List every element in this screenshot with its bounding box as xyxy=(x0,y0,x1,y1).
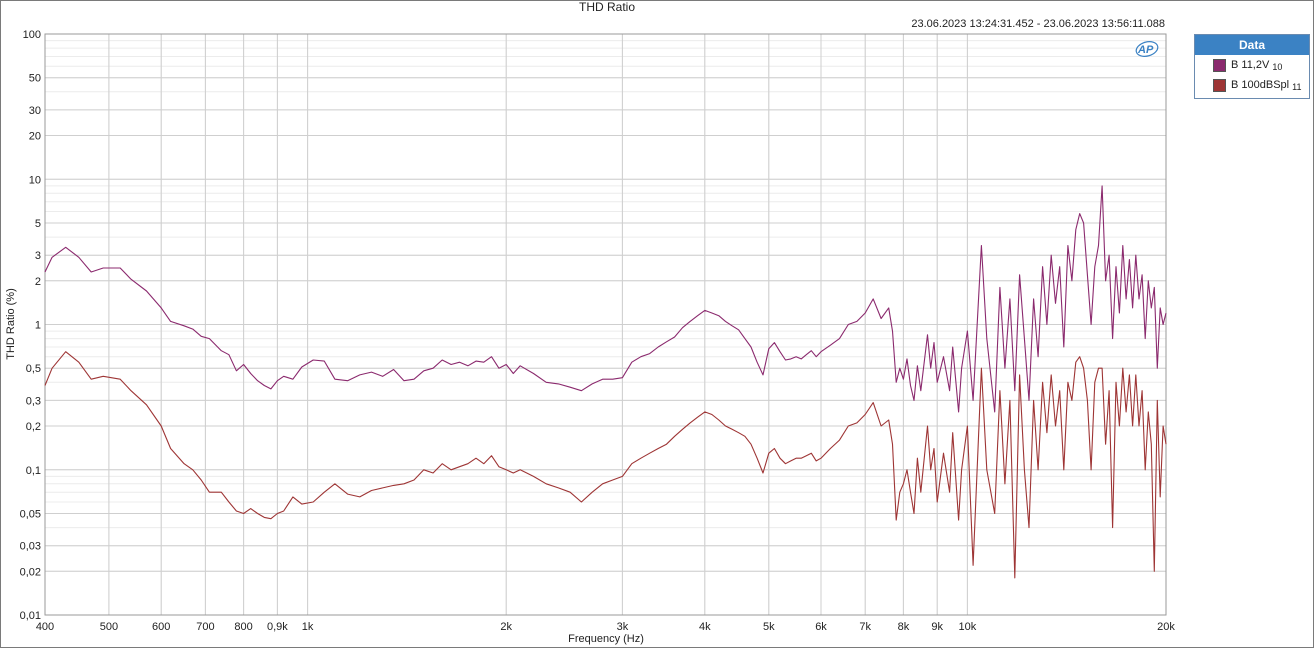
x-tick-label: 600 xyxy=(152,621,170,633)
series-line-2 xyxy=(44,351,1167,579)
legend-suffix-series-2: 11 xyxy=(1292,82,1302,92)
legend-item-series-2[interactable]: B 100dBSpl 11 xyxy=(1195,75,1309,95)
y-tick-label: 5 xyxy=(35,218,41,230)
x-tick-label: 500 xyxy=(100,621,118,633)
y-tick-label: 3 xyxy=(35,250,41,262)
x-axis-label: Frequency (Hz) xyxy=(568,633,644,645)
legend-panel: Data B 11,2V 10 B 100dBSpl 11 xyxy=(1194,34,1310,99)
x-tick-label: 4k xyxy=(699,621,711,633)
y-tick-label: 10 xyxy=(29,174,41,186)
legend-title: Data xyxy=(1195,35,1309,55)
thd-ratio-chart: THD Ratio 23.06.2023 13:24:31.452 - 23.0… xyxy=(5,0,1176,645)
y-tick-label: 2 xyxy=(35,276,41,288)
y-tick-label: 30 xyxy=(29,105,41,117)
y-tick-label: 50 xyxy=(29,73,41,85)
x-tick-label: 10k xyxy=(959,621,977,633)
legend-label-series-2: B 100dBSpl xyxy=(1231,79,1290,91)
y-axis-label: THD Ratio (%) xyxy=(5,288,17,360)
x-tick-labels: 400 500 600 700 800 0,9k 1k 2k 3k 4k 5k 6k 7k 8k 9k 10k… xyxy=(36,621,1176,633)
legend-label-series-1: B 11,2V xyxy=(1231,59,1270,71)
x-tick-label: 7k xyxy=(859,621,871,633)
x-tick-label: 700 xyxy=(196,621,214,633)
y-tick-label: 0,5 xyxy=(26,363,41,375)
y-tick-label: 0,1 xyxy=(26,465,41,477)
chart-title: THD Ratio xyxy=(579,0,635,14)
x-tick-label: 8k xyxy=(898,621,910,633)
ap-logo-icon: AP xyxy=(1135,41,1159,57)
x-tick-label: 9k xyxy=(931,621,943,633)
series-line-1 xyxy=(44,185,1167,413)
x-tick-label: 5k xyxy=(763,621,775,633)
x-tick-label: 800 xyxy=(234,621,252,633)
y-tick-label: 20 xyxy=(29,131,41,143)
y-tick-label: 0,03 xyxy=(20,541,41,553)
legend-suffix-series-1: 10 xyxy=(1272,62,1283,72)
y-tick-label: 1 xyxy=(35,320,41,332)
x-tick-label: 1k xyxy=(302,621,314,633)
legend-item-series-1[interactable]: B 11,2V 10 xyxy=(1195,55,1309,75)
x-tick-label: 6k xyxy=(815,621,827,633)
legend-swatch-series-1 xyxy=(1213,58,1226,72)
y-tick-label: 0,2 xyxy=(26,421,41,433)
x-tick-label: 20k xyxy=(1157,621,1175,633)
x-tick-label: 400 xyxy=(36,621,54,633)
y-tick-labels: 1005030201053210,50,30,20,10,050,030,020… xyxy=(20,29,41,622)
svg-text:AP: AP xyxy=(1137,44,1154,56)
x-tick-label: 0,9k xyxy=(267,621,288,633)
x-tick-label: 2k xyxy=(500,621,512,633)
y-tick-label: 0,05 xyxy=(20,509,41,521)
y-tick-label: 0,02 xyxy=(20,566,41,578)
y-tick-label: 0,3 xyxy=(26,395,41,407)
x-tick-label: 3k xyxy=(617,621,629,633)
y-tick-label: 100 xyxy=(23,29,41,41)
legend-swatch-series-2 xyxy=(1213,78,1226,92)
timestamp-range: 23.06.2023 13:24:31.452 - 23.06.2023 13:… xyxy=(911,18,1165,30)
